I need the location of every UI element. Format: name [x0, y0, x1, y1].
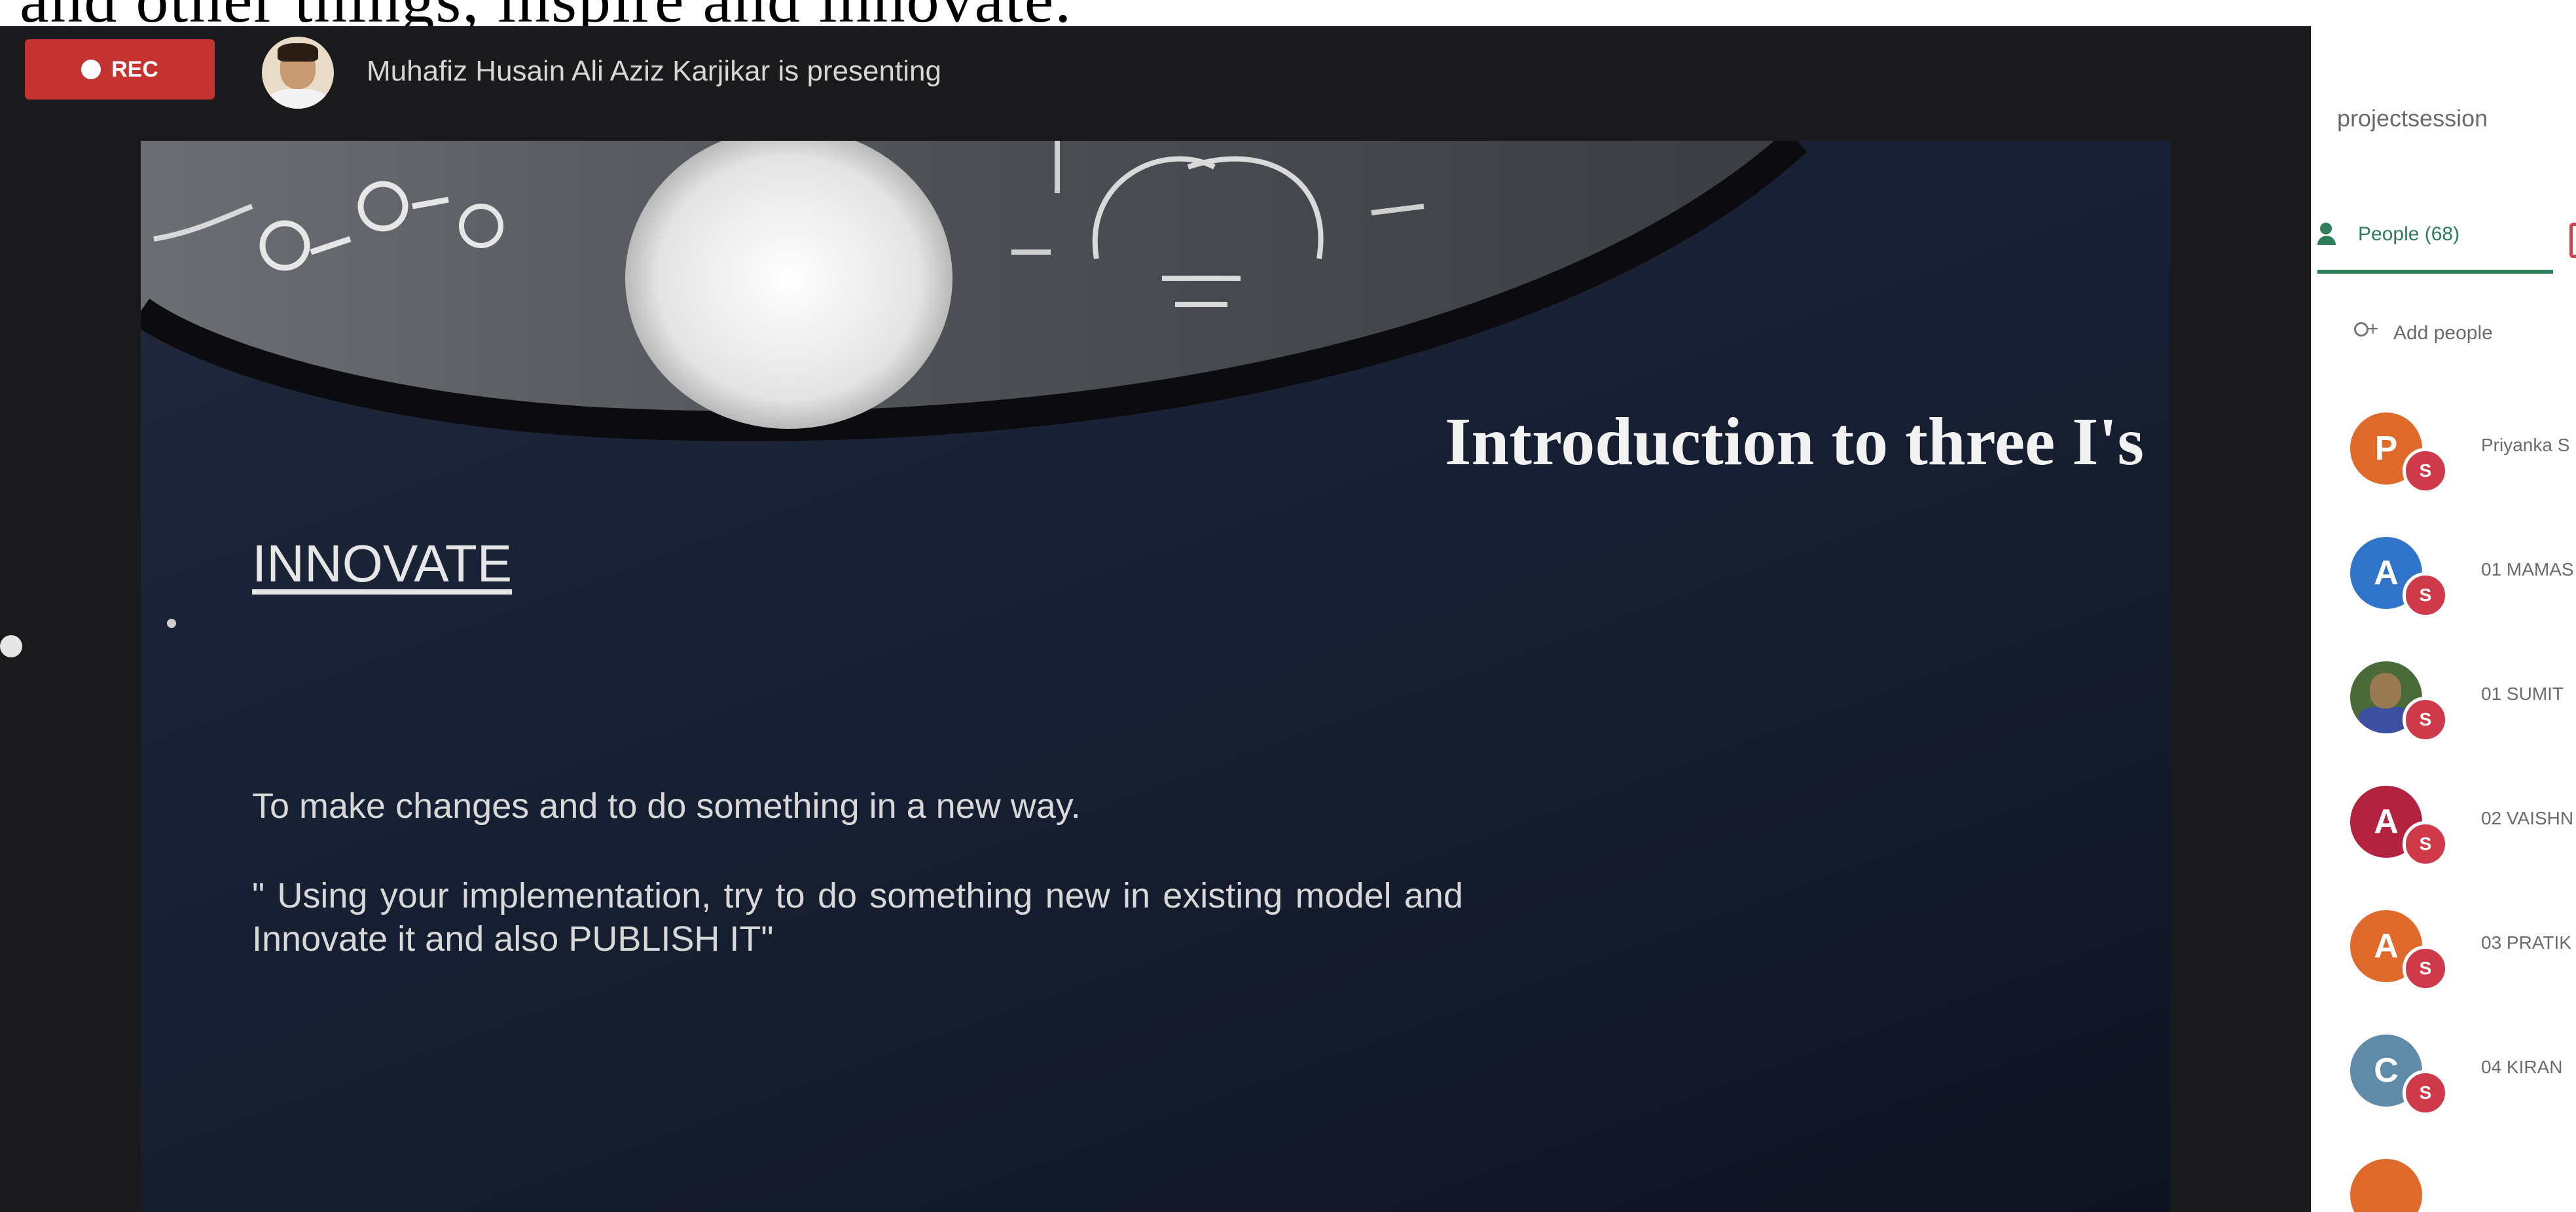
avatar — [2350, 1159, 2422, 1212]
presenter-avatar — [262, 37, 334, 109]
people-icon — [2317, 223, 2346, 246]
active-tab-indicator — [2317, 270, 2553, 274]
participant-row[interactable]: C S 04 KIRAN — [2350, 1035, 2576, 1133]
participant-row[interactable]: P S Priyanka S — [2350, 413, 2576, 511]
participant-name: 04 KIRAN — [2481, 1057, 2563, 1077]
page-caption: and other things, inspire and innovate. — [0, 0, 2576, 26]
participant-row[interactable]: A S 02 VAISHN — [2350, 786, 2576, 884]
add-people-label: Add people — [2393, 322, 2493, 344]
participant-badge: S — [2403, 572, 2448, 618]
add-people-button[interactable]: Add people — [2350, 318, 2493, 346]
participant-row[interactable]: A S 03 PRATIK — [2350, 910, 2576, 1008]
side-panel: projectsession People (68) Add people P … — [2311, 26, 2576, 1212]
participant-badge: S — [2403, 1070, 2448, 1116]
tab-people[interactable]: People (68) — [2317, 223, 2459, 246]
participant-badge: S — [2403, 448, 2448, 494]
chat-tab-icon[interactable] — [2569, 223, 2576, 258]
presenter-status: Muhafiz Husain Ali Aziz Karjikar is pres… — [367, 55, 941, 87]
participant-row[interactable]: S 01 SUMIT — [2350, 661, 2576, 760]
shared-slide: Introduction to three I's INNOVATE To ma… — [141, 141, 2170, 1212]
slide-body: To make changes and to do something in a… — [252, 786, 1081, 826]
video-stage: REC Muhafiz Husain Ali Aziz Karjikar is … — [0, 26, 2311, 1212]
slide-heading: INNOVATE — [252, 534, 513, 593]
participant-name: 01 MAMAS — [2481, 559, 2574, 579]
participant-badge: S — [2403, 821, 2448, 867]
slide-title: Introduction to three I's — [1445, 404, 2144, 479]
participant-badge: S — [2403, 946, 2448, 991]
participant-name: 01 SUMIT — [2481, 684, 2564, 704]
people-tab-label: People (68) — [2358, 223, 2460, 245]
meeting-name: projectsession — [2337, 105, 2488, 132]
rec-indicator: REC — [25, 39, 215, 100]
participant-badge: S — [2403, 697, 2448, 743]
scroll-handle[interactable] — [0, 635, 22, 657]
caption-text: and other things, inspire and innovate. — [20, 0, 1072, 26]
add-person-icon — [2350, 318, 2379, 346]
rec-label: REC — [111, 56, 158, 82]
slide-quote: " Using your implementation, try to do s… — [252, 876, 1463, 959]
record-dot-icon — [81, 60, 101, 79]
participant-name: 02 VAISHN — [2481, 808, 2574, 828]
bullet-icon — [167, 619, 176, 628]
participant-name: Priyanka S — [2481, 435, 2570, 455]
participant-row[interactable]: A S 01 MAMAS — [2350, 537, 2576, 635]
participant-row[interactable] — [2350, 1159, 2576, 1212]
participant-name: 03 PRATIK — [2481, 932, 2571, 953]
